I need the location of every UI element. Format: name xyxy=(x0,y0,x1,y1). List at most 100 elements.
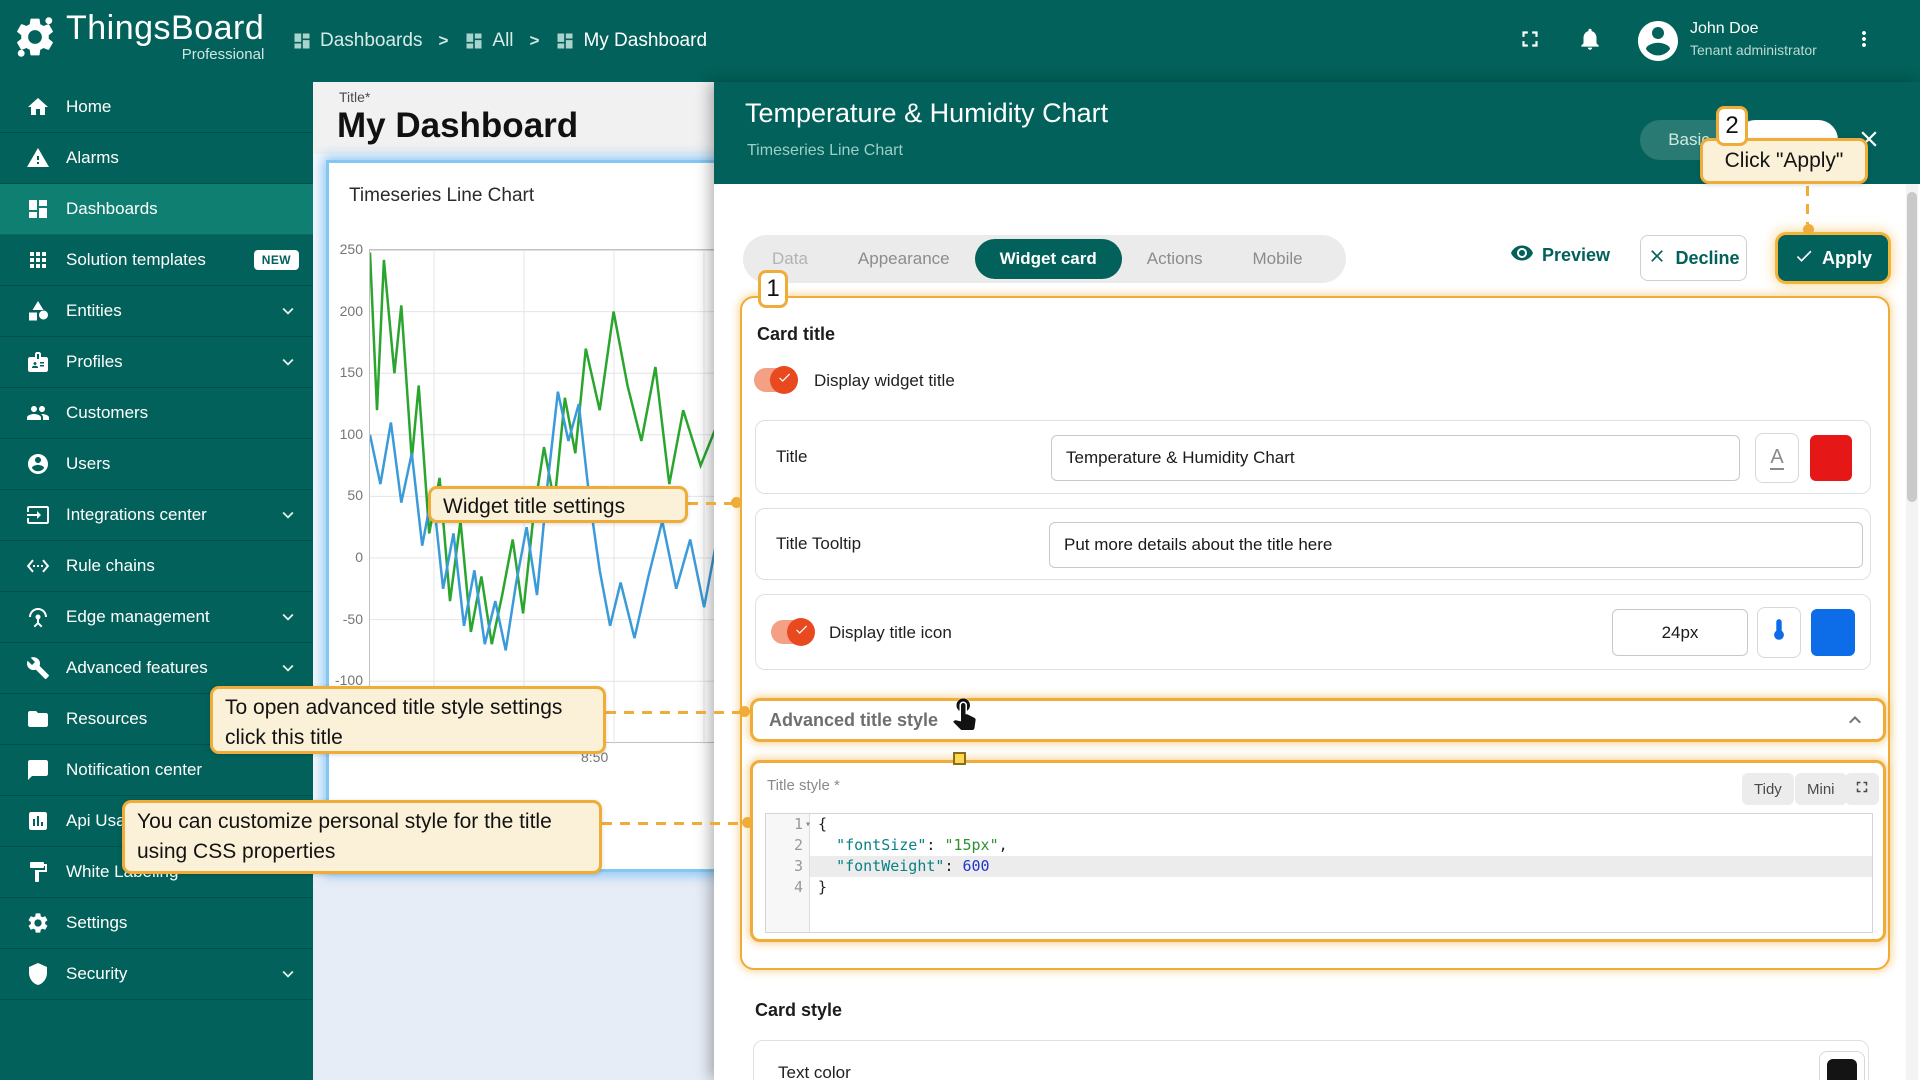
sidebar-item-alarms[interactable]: Alarms xyxy=(0,133,313,184)
apply-button-label: Apply xyxy=(1822,248,1872,269)
advanced-title-style-label: Advanced title style xyxy=(769,710,938,731)
app-logo[interactable]: ThingsBoard Professional xyxy=(12,8,264,65)
chart-icon xyxy=(26,809,50,833)
text-color-swatch[interactable] xyxy=(1819,1051,1865,1080)
sidebar-item-rule-chains[interactable]: Rule chains xyxy=(0,541,313,592)
breadcrumb-item-my-dashboard[interactable]: My Dashboard xyxy=(555,30,707,52)
fullscreen-icon xyxy=(1853,778,1871,800)
breadcrumb-separator: > xyxy=(438,31,448,51)
panel-scrollbar[interactable] xyxy=(1906,184,1918,1080)
dashboard-title-input[interactable]: My Dashboard xyxy=(337,106,578,146)
title-style-editor-section: Title style * Tidy Mini 1▾{2 "fontSize":… xyxy=(750,760,1886,942)
sidebar-item-label: Solution templates xyxy=(66,250,206,270)
click-indicator-square xyxy=(953,752,966,765)
preview-button-label: Preview xyxy=(1542,245,1610,266)
sidebar-item-label: Alarms xyxy=(66,148,119,168)
title-input[interactable] xyxy=(1051,435,1740,481)
card-style-section: Text color xyxy=(753,1040,1869,1080)
title-font-settings-button[interactable]: A xyxy=(1755,433,1799,483)
sidebar-item-integrations-center[interactable]: Integrations center xyxy=(0,490,313,541)
icon-color-swatch[interactable] xyxy=(1811,609,1855,656)
user-role: Tenant administrator xyxy=(1690,40,1820,60)
display-title-icon-toggle[interactable] xyxy=(771,620,813,644)
breadcrumb-item-dashboards[interactable]: Dashboards xyxy=(292,30,422,52)
scrollbar-thumb[interactable] xyxy=(1907,192,1917,502)
fold-caret-icon[interactable]: ▾ xyxy=(805,814,811,835)
fullscreen-button[interactable] xyxy=(1510,21,1550,61)
title-icon-picker-button[interactable] xyxy=(1757,607,1801,658)
decline-button-label: Decline xyxy=(1675,248,1739,269)
avatar[interactable] xyxy=(1634,17,1682,70)
breadcrumb-label: All xyxy=(492,30,513,52)
click-hand-cursor-icon xyxy=(946,694,982,735)
mini-button[interactable]: Mini xyxy=(1795,773,1847,805)
line-number: 1▾ xyxy=(766,814,810,835)
tab-widget-card[interactable]: Widget card xyxy=(975,239,1122,279)
sidebar-item-label: Profiles xyxy=(66,352,123,372)
check-icon xyxy=(777,370,792,390)
tab-appearance[interactable]: Appearance xyxy=(833,239,975,279)
notifications-button[interactable] xyxy=(1570,21,1610,61)
breadcrumb-separator: > xyxy=(530,31,540,51)
sidebar-item-security[interactable]: Security xyxy=(0,949,313,1000)
preview-button[interactable]: Preview xyxy=(1510,241,1610,270)
notification-icon xyxy=(26,758,50,782)
sidebar-item-entities[interactable]: Entities xyxy=(0,286,313,337)
paint-icon xyxy=(26,860,50,884)
panel-subtitle: Timeseries Line Chart xyxy=(747,142,903,160)
display-widget-title-label: Display widget title xyxy=(814,371,955,391)
tutorial-connector xyxy=(1806,186,1809,224)
check-icon xyxy=(1794,246,1814,271)
chevron-down-icon xyxy=(277,963,299,985)
sidebar-item-label: Resources xyxy=(66,709,147,729)
sidebar-item-home[interactable]: Home xyxy=(0,82,313,133)
sidebar-item-profiles[interactable]: Profiles xyxy=(0,337,313,388)
sidebar-item-label: Dashboards xyxy=(66,199,158,219)
y-tick-label: -50 xyxy=(329,611,363,627)
top-header: ThingsBoard Professional Dashboards > All >… xyxy=(0,0,1920,82)
apply-button[interactable]: Apply xyxy=(1778,235,1888,281)
sidebar-item-label: Notification center xyxy=(66,760,202,780)
sidebar-item-customers[interactable]: Customers xyxy=(0,388,313,439)
settings-tabs: DataAppearanceWidget cardActionsMobile xyxy=(743,235,1346,283)
sidebar-item-solution-templates[interactable]: Solution templatesNEW xyxy=(0,235,313,286)
eye-icon xyxy=(1510,241,1534,270)
edge-icon xyxy=(26,605,50,629)
line-number: 3 xyxy=(766,856,810,877)
icon-size-input[interactable] xyxy=(1612,609,1748,656)
editor-fullscreen-button[interactable] xyxy=(1845,773,1879,805)
sidebar-item-label: Users xyxy=(66,454,110,474)
sidebar-item-edge-management[interactable]: Edge management xyxy=(0,592,313,643)
editor-empty-area[interactable] xyxy=(766,898,1872,933)
title-color-swatch[interactable] xyxy=(1810,435,1852,481)
tab-mobile[interactable]: Mobile xyxy=(1228,239,1328,279)
tab-actions[interactable]: Actions xyxy=(1122,239,1228,279)
title-tooltip-input[interactable] xyxy=(1049,522,1863,568)
security-icon xyxy=(26,962,50,986)
entities-icon xyxy=(26,299,50,323)
widget-settings-panel: Temperature & Humidity Chart Timeseries … xyxy=(714,82,1920,1080)
customers-icon xyxy=(26,401,50,425)
more-menu-button[interactable] xyxy=(1844,21,1884,61)
warning-icon xyxy=(26,146,50,170)
y-tick-label: 150 xyxy=(329,364,363,380)
user-info[interactable]: John Doe Tenant administrator xyxy=(1690,18,1820,60)
y-tick-label: 200 xyxy=(329,303,363,319)
user-avatar-icon xyxy=(1634,52,1682,69)
title-style-code-editor[interactable]: 1▾{2 "fontSize": "15px",3 "fontWeight": … xyxy=(765,813,1873,933)
card-title-section: Card title Display widget title Title A … xyxy=(740,296,1890,970)
sidebar-item-dashboards[interactable]: Dashboards xyxy=(0,184,313,235)
sidebar-item-label: Integrations center xyxy=(66,505,207,525)
gear-icon xyxy=(26,911,50,935)
tidy-button[interactable]: Tidy xyxy=(1742,773,1794,805)
tutorial-connector xyxy=(602,822,744,825)
advanced-title-style-expander[interactable]: Advanced title style xyxy=(750,698,1886,742)
sidebar-item-users[interactable]: Users xyxy=(0,439,313,490)
dashboard-icon xyxy=(555,31,575,51)
decline-button[interactable]: Decline xyxy=(1640,235,1747,281)
close-icon xyxy=(1647,246,1667,271)
dashboard-canvas-background xyxy=(313,872,714,1080)
display-widget-title-toggle[interactable] xyxy=(754,368,796,392)
breadcrumb-item-all[interactable]: All xyxy=(464,30,513,52)
sidebar-item-settings[interactable]: Settings xyxy=(0,898,313,949)
